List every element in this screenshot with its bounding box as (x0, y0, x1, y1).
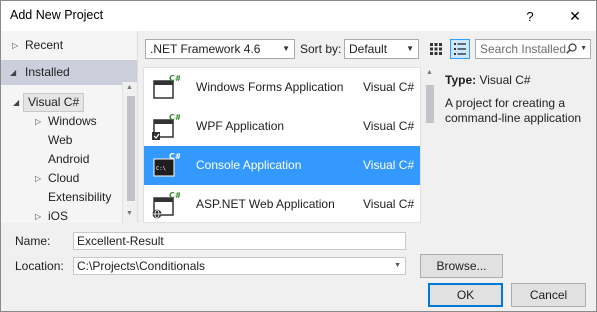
tree-item-label: Web (48, 133, 73, 147)
tree-scrollbar[interactable]: ▲ ▼ (122, 82, 137, 223)
search-placeholder: Search Installed (480, 42, 567, 56)
tree-item-label: Android (48, 152, 90, 166)
template-description: A project for creating a command-line ap… (445, 96, 582, 125)
tree-item-windows[interactable]: ▷ Windows (1, 112, 137, 131)
tree-item-recent[interactable]: ▷ Recent (1, 36, 137, 55)
chevron-down-icon: ▼ (406, 44, 414, 53)
list-view-icon (454, 43, 466, 55)
list-view-button[interactable] (450, 39, 470, 59)
project-name-value: Excellent-Result (77, 234, 164, 248)
tree-item-label: Visual C# (23, 93, 85, 112)
svg-text:C#: C# (169, 113, 180, 122)
ok-button[interactable]: OK (428, 283, 503, 307)
location-input[interactable]: C:\Projects\Conditionals ▼ (73, 257, 406, 275)
cancel-button[interactable]: Cancel (511, 283, 586, 307)
template-language: Visual C# (363, 80, 415, 94)
console-icon: C:\ C# (153, 152, 180, 177)
window-title: Add New Project (10, 8, 104, 22)
tree-item-label: Windows (48, 114, 97, 128)
template-language: Visual C# (363, 119, 415, 133)
wpf-icon: C# (152, 113, 180, 140)
expand-arrow-icon[interactable]: ▷ (35, 207, 41, 223)
windows-forms-icon: C# (153, 74, 180, 99)
template-list: C# Windows Forms Application Visual C# C… (143, 67, 421, 223)
chevron-down-icon[interactable]: ▼ (394, 258, 401, 274)
tree-item-visual-csharp[interactable]: ◢ Visual C# (1, 93, 137, 112)
svg-text:C#: C# (169, 152, 180, 161)
scroll-down-icon[interactable]: ▼ (126, 210, 133, 217)
scroll-up-icon[interactable]: ▲ (126, 84, 133, 91)
svg-text:C:\: C:\ (156, 166, 166, 172)
expand-arrow-icon[interactable]: ▷ (12, 36, 18, 55)
sort-dropdown[interactable]: Default ▼ (344, 39, 419, 59)
chevron-down-icon: ▼ (282, 44, 290, 53)
template-name: Windows Forms Application (196, 80, 344, 94)
project-name-input[interactable]: Excellent-Result (73, 232, 406, 250)
template-type: Type: Visual C# (445, 73, 531, 87)
tree-item-label: Installed (25, 65, 70, 79)
template-name: Console Application (196, 158, 302, 172)
template-language: Visual C# (363, 158, 415, 172)
template-language: Visual C# (363, 197, 415, 211)
search-options-icon[interactable]: ▼ (580, 40, 587, 58)
expand-arrow-icon[interactable]: ▷ (35, 169, 41, 188)
tree-item-label: Extensibility (48, 190, 112, 204)
framework-dropdown[interactable]: .NET Framework 4.6 ▼ (145, 39, 295, 59)
tree-item-label: iOS (48, 209, 69, 223)
location-label: Location: (15, 259, 64, 273)
template-tree: ▷ Recent ◢ Installed ◢ Visual C# ▷ Windo… (1, 31, 138, 223)
scroll-up-icon[interactable]: ▲ (426, 69, 433, 76)
tree-item-android[interactable]: Android (1, 150, 137, 169)
type-value: Visual C# (479, 73, 531, 87)
template-item-windows-forms[interactable]: C# Windows Forms Application Visual C# (144, 68, 420, 107)
tree-item-installed[interactable]: ◢ Installed (1, 60, 137, 85)
web-app-icon: C# (152, 191, 180, 219)
scroll-thumb[interactable] (426, 85, 434, 123)
tree-item-label: Recent (25, 38, 64, 52)
sort-value: Default (349, 42, 388, 56)
svg-text:C#: C# (169, 191, 180, 200)
template-list-scrollbar[interactable]: ▲ (426, 67, 436, 223)
expand-arrow-icon[interactable]: ▷ (35, 112, 41, 131)
name-label: Name: (15, 234, 51, 248)
tree-item-cloud[interactable]: ▷ Cloud (1, 169, 137, 188)
template-item-wpf[interactable]: C# WPF Application Visual C# (144, 107, 420, 146)
tree-item-label: Cloud (48, 171, 80, 185)
location-value: C:\Projects\Conditionals (77, 259, 206, 273)
collapse-arrow-icon[interactable]: ◢ (13, 93, 19, 112)
tree-item-extensibility[interactable]: Extensibility (1, 188, 137, 207)
title-bar: Add New Project ? ✕ (1, 1, 596, 31)
search-installed-input[interactable]: Search Installed ▼ (475, 39, 591, 59)
grid-view-icon (430, 43, 442, 55)
template-item-aspnet[interactable]: C# ASP.NET Web Application Visual C# (144, 185, 420, 222)
template-item-console[interactable]: C:\ C# Console Application Visual C# (144, 146, 420, 185)
add-new-project-dialog: Add New Project ? ✕ ▷ Recent ◢ Installed… (0, 0, 597, 312)
grid-view-button[interactable] (426, 39, 446, 59)
close-button[interactable]: ✕ (558, 1, 592, 31)
collapse-arrow-icon[interactable]: ◢ (10, 60, 16, 85)
framework-value: .NET Framework 4.6 (150, 42, 261, 56)
svg-text:C#: C# (169, 74, 180, 83)
template-name: ASP.NET Web Application (196, 197, 335, 211)
tree-item-ios[interactable]: ▷ iOS (1, 207, 137, 223)
sort-by-label: Sort by: (300, 42, 342, 56)
browse-button[interactable]: Browse... (420, 254, 503, 278)
help-button[interactable]: ? (513, 1, 547, 31)
template-name: WPF Application (196, 119, 285, 133)
search-icon[interactable] (566, 43, 577, 54)
scroll-thumb[interactable] (127, 96, 135, 201)
tree-item-web[interactable]: Web (1, 131, 137, 150)
type-label: Type: (445, 73, 477, 87)
